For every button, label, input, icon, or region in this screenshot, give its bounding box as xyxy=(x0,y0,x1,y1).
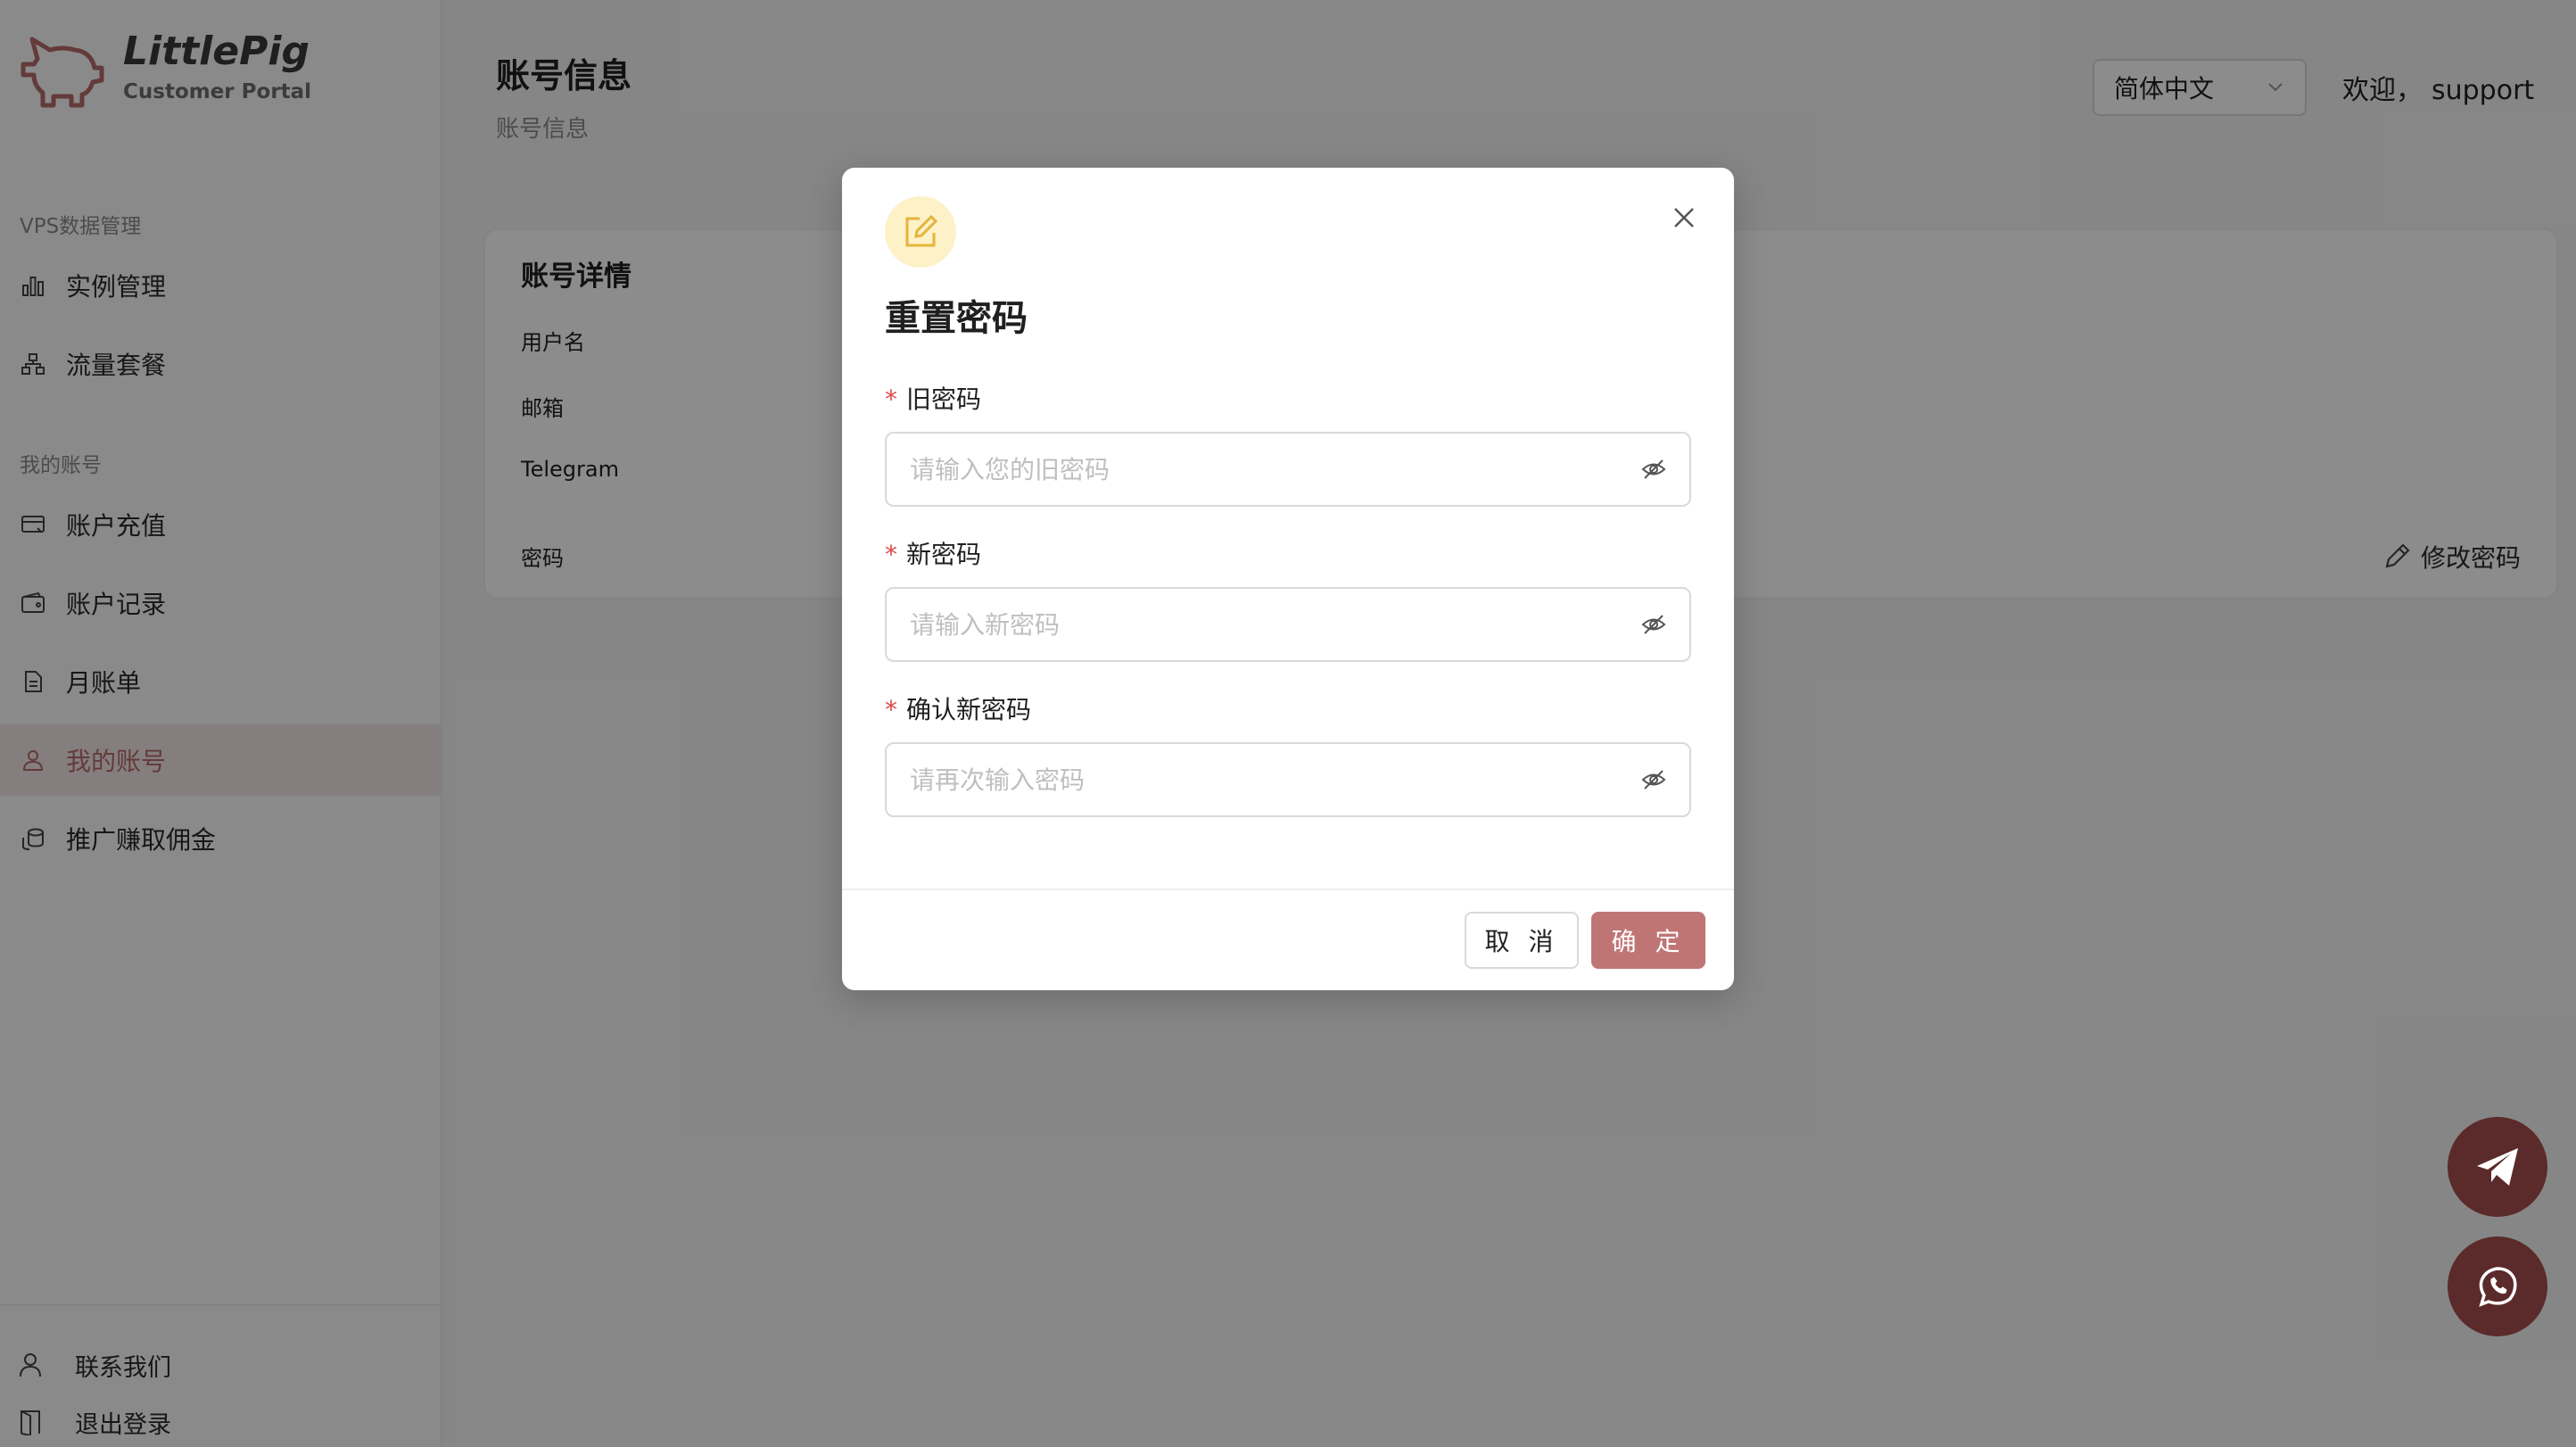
required-mark: * xyxy=(885,384,897,414)
new-password-input[interactable] xyxy=(908,608,1639,641)
confirm-password-field[interactable] xyxy=(885,742,1691,817)
required-mark: * xyxy=(885,540,897,569)
old-password-input[interactable] xyxy=(908,453,1639,485)
new-password-label: * 新密码 xyxy=(885,535,981,571)
new-password-field[interactable] xyxy=(885,587,1691,662)
new-password-label-text: 新密码 xyxy=(906,540,982,569)
confirm-password-label-text: 确认新密码 xyxy=(906,695,1032,724)
eye-off-icon[interactable] xyxy=(1639,765,1668,794)
confirm-password-input[interactable] xyxy=(908,764,1639,796)
eye-off-icon[interactable] xyxy=(1639,610,1668,639)
telegram-icon xyxy=(2477,1148,2518,1186)
modal-footer-divider xyxy=(842,889,1734,890)
required-mark: * xyxy=(885,695,897,724)
close-icon[interactable] xyxy=(1670,203,1698,232)
edit-icon xyxy=(885,196,956,268)
cancel-button[interactable]: 取 消 xyxy=(1465,912,1579,969)
old-password-label-text: 旧密码 xyxy=(906,384,982,414)
modal-title: 重置密码 xyxy=(885,298,1028,339)
eye-off-icon[interactable] xyxy=(1639,455,1668,484)
old-password-label: * 旧密码 xyxy=(885,380,981,416)
whatsapp-icon xyxy=(2479,1267,2517,1307)
telegram-button[interactable] xyxy=(2448,1117,2547,1217)
confirm-password-label: * 确认新密码 xyxy=(885,690,1031,726)
whatsapp-button[interactable] xyxy=(2448,1236,2547,1336)
old-password-field[interactable] xyxy=(885,432,1691,507)
confirm-button[interactable]: 确 定 xyxy=(1591,912,1705,969)
app: LittlePig Customer Portal VPS数据管理 实例管理 流… xyxy=(0,0,2576,1447)
reset-password-modal: 重置密码 * 旧密码 * 新密码 * 确认新密码 取 消 确 定 xyxy=(842,168,1734,990)
